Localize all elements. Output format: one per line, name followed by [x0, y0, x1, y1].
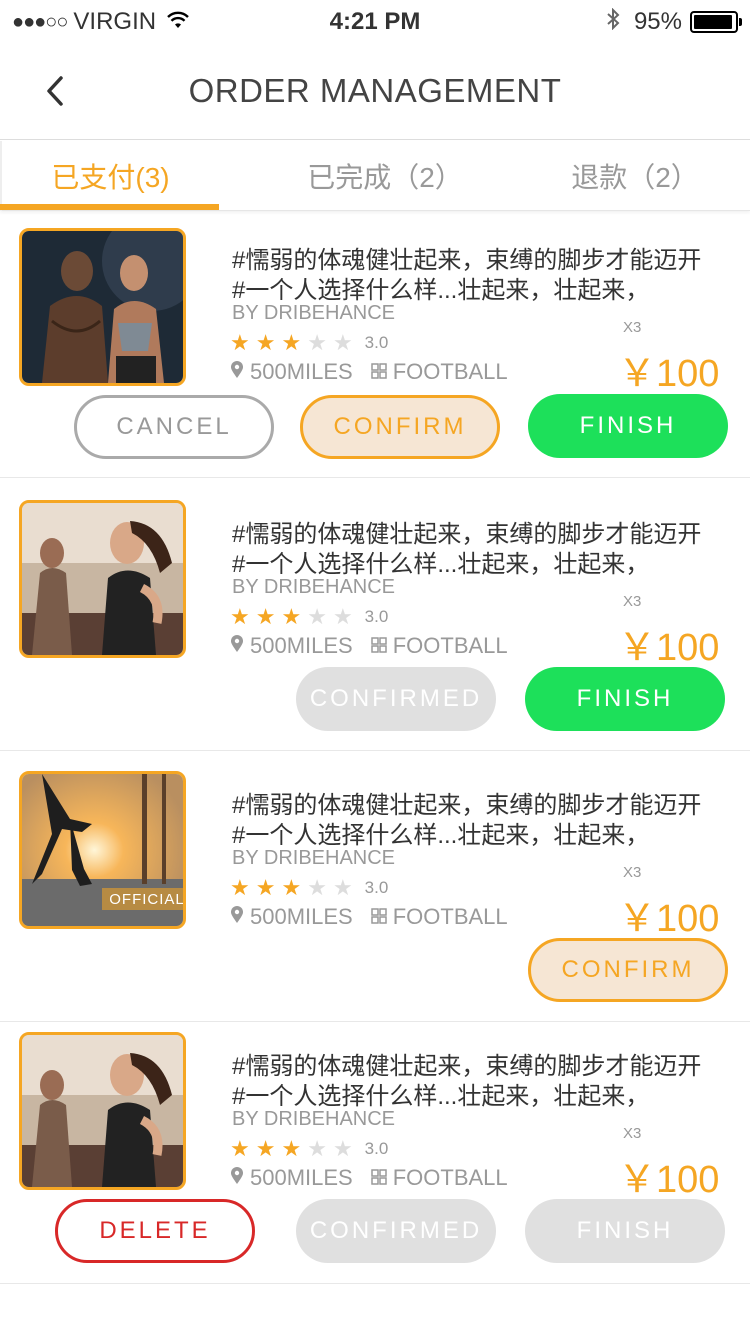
rating-stars: ★ ★ ★ ★ ★ 3.0 [230, 1138, 388, 1160]
order-author: BY DRIBEHANCE [232, 1108, 396, 1130]
location-pin-icon [230, 904, 244, 930]
order-price: ￥100 [618, 627, 720, 669]
star-icon: ★ [230, 875, 250, 900]
grid-icon [370, 633, 387, 659]
rating-stars: ★ ★ ★ ★ ★ 3.0 [230, 606, 388, 628]
finish-button[interactable]: FINISH [528, 394, 728, 458]
order-card: #懦弱的体魂健壮起来，束缚的脚步才能迈开 #一个人选择什么样...壮起来，壮起来… [0, 212, 750, 478]
star-icon: ★ [307, 1136, 327, 1161]
order-author: BY DRIBEHANCE [232, 847, 396, 869]
rating-value: 3.0 [364, 333, 389, 352]
order-thumbnail[interactable] [19, 228, 186, 386]
nav-bar: ORDER MANAGEMENT [0, 40, 750, 140]
distance-label: 500MILES [250, 359, 353, 384]
location-pin-icon [230, 633, 244, 659]
star-icon: ★ [307, 330, 327, 355]
order-meta: 500MILES FOOTBALL [230, 1165, 508, 1191]
status-right: 95% [606, 7, 742, 36]
status-bar: ●●●○○ VIRGIN 4:21 PM 95% [0, 0, 750, 40]
category-label: FOOTBALL [392, 1165, 508, 1190]
order-title-line2: #一个人选择什么样...壮起来，壮起来， [232, 277, 650, 304]
order-author: BY DRIBEHANCE [232, 302, 396, 324]
rating-value: 3.0 [364, 878, 389, 897]
confirmed-button[interactable]: CONFIRMED [296, 1199, 496, 1263]
star-icon: ★ [230, 330, 250, 355]
category-label: FOOTBALL [392, 633, 508, 658]
star-icon: ★ [281, 330, 302, 355]
order-meta: 500MILES FOOTBALL [230, 359, 508, 385]
location-pin-icon [230, 359, 244, 385]
grid-icon [370, 904, 387, 930]
order-title-line2: #一个人选择什么样...壮起来，壮起来， [232, 822, 650, 849]
active-tab-indicator [0, 204, 219, 210]
cancel-button[interactable]: CANCEL [74, 395, 274, 459]
order-title-line2: #一个人选择什么样...壮起来，壮起来， [232, 1083, 650, 1110]
star-icon: ★ [332, 875, 353, 900]
star-icon: ★ [332, 330, 353, 355]
order-title-line2: #一个人选择什么样...壮起来，壮起来， [232, 551, 650, 578]
tab-paid[interactable]: 已支付(3) [0, 141, 219, 211]
order-thumbnail[interactable] [19, 500, 186, 658]
order-meta: 500MILES FOOTBALL [230, 904, 508, 930]
confirmed-button[interactable]: CONFIRMED [296, 667, 496, 731]
distance-label: 500MILES [250, 904, 353, 929]
confirm-button[interactable]: CONFIRM [300, 395, 500, 459]
tab-refund[interactable]: 退款（2） [520, 141, 750, 211]
order-card: #懦弱的体魂健壮起来，束缚的脚步才能迈开 #一个人选择什么样...壮起来，壮起来… [0, 1022, 750, 1284]
star-icon: ★ [332, 1136, 353, 1161]
bluetooth-icon [606, 7, 620, 36]
order-price: ￥100 [618, 898, 720, 940]
order-thumbnail[interactable] [19, 1032, 186, 1190]
page-title: ORDER MANAGEMENT [188, 72, 562, 109]
treadmill-runner-image [22, 503, 183, 655]
category-label: FOOTBALL [392, 904, 508, 929]
rating-stars: ★ ★ ★ ★ ★ 3.0 [230, 877, 388, 899]
tab-completed[interactable]: 已完成（2） [260, 141, 510, 211]
order-meta: 500MILES FOOTBALL [230, 633, 508, 659]
fitness-couple-image [22, 231, 183, 383]
battery-icon [690, 11, 742, 33]
distance-label: 500MILES [250, 633, 353, 658]
order-card: OFFICIAL #懦弱的体魂健壮起来，束缚的脚步才能迈开 #一个人选择什么样.… [0, 751, 750, 1022]
official-badge: OFFICIAL [102, 888, 183, 910]
treadmill-runner-image [22, 1035, 183, 1187]
star-icon: ★ [230, 604, 250, 629]
star-icon: ★ [255, 330, 276, 355]
rating-value: 3.0 [364, 607, 389, 626]
rating-value: 3.0 [364, 1139, 389, 1158]
star-icon: ★ [255, 875, 276, 900]
rating-stars: ★ ★ ★ ★ ★ 3.0 [230, 332, 388, 354]
tab-bar: 已支付(3) 已完成（2） 退款（2） [0, 141, 750, 211]
location-pin-icon [230, 1165, 244, 1191]
order-price: ￥100 [618, 353, 720, 395]
order-quantity: X3 [623, 864, 642, 881]
delete-button[interactable]: DELETE [55, 1199, 255, 1263]
star-icon: ★ [255, 604, 276, 629]
confirm-button[interactable]: CONFIRM [528, 938, 728, 1002]
order-thumbnail[interactable]: OFFICIAL [19, 771, 186, 929]
star-icon: ★ [281, 1136, 302, 1161]
order-quantity: X3 [623, 1125, 642, 1142]
star-icon: ★ [281, 604, 302, 629]
star-icon: ★ [255, 1136, 276, 1161]
battery-fill [694, 15, 732, 29]
grid-icon [370, 1165, 387, 1191]
star-icon: ★ [281, 875, 302, 900]
finish-button-disabled[interactable]: FINISH [525, 1199, 725, 1263]
star-icon: ★ [307, 604, 327, 629]
star-icon: ★ [230, 1136, 250, 1161]
order-price: ￥100 [618, 1159, 720, 1201]
star-icon: ★ [307, 875, 327, 900]
order-card: #懦弱的体魂健壮起来，束缚的脚步才能迈开 #一个人选择什么样...壮起来，壮起来… [0, 478, 750, 751]
battery-percent: 95% [633, 8, 682, 35]
distance-label: 500MILES [250, 1165, 353, 1190]
order-quantity: X3 [623, 593, 642, 610]
finish-button[interactable]: FINISH [525, 667, 725, 731]
order-quantity: X3 [623, 319, 642, 336]
order-author: BY DRIBEHANCE [232, 576, 396, 598]
category-label: FOOTBALL [392, 359, 508, 384]
grid-icon [370, 359, 387, 385]
star-icon: ★ [332, 604, 353, 629]
